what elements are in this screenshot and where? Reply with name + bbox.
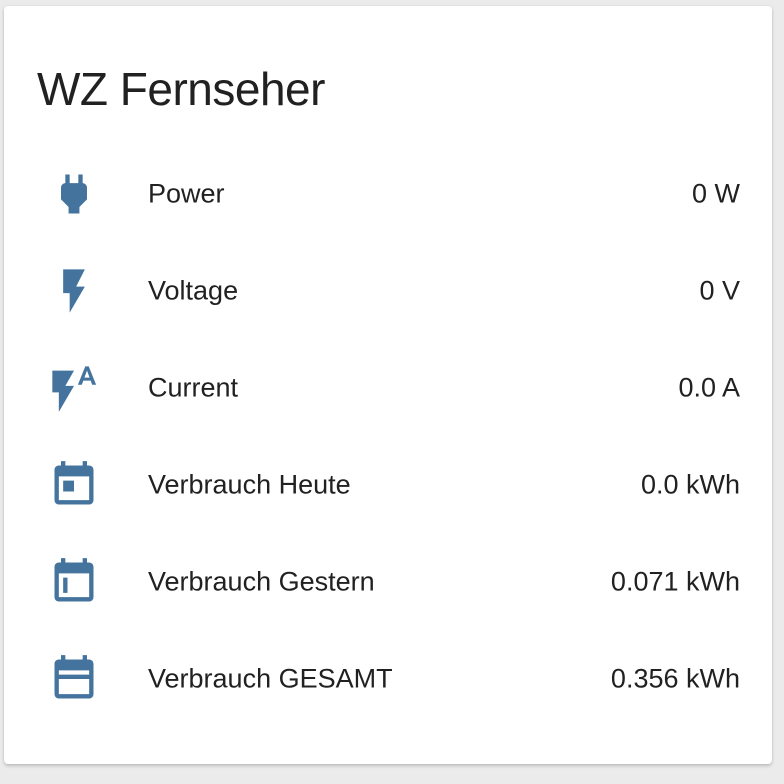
entity-row-verbrauch-heute[interactable]: Verbrauch Heute 0.0 kWh [4, 436, 772, 533]
entity-name: Voltage [148, 275, 239, 305]
entities-card: WZ Fernseher Power 0 W Voltage 0 V Curre… [4, 6, 772, 764]
entity-row-power[interactable]: Power 0 W [4, 145, 772, 242]
flash-icon [48, 265, 100, 317]
calendar-range-icon [48, 653, 100, 705]
entity-row-voltage[interactable]: Voltage 0 V [4, 242, 772, 339]
entity-row-verbrauch-gestern[interactable]: Verbrauch Gestern 0.071 kWh [4, 533, 772, 630]
card-title: WZ Fernseher [37, 63, 325, 115]
calendar-today-icon [48, 459, 100, 511]
entity-row-verbrauch-gesamt[interactable]: Verbrauch GESAMT 0.356 kWh [4, 630, 772, 727]
entity-name: Verbrauch GESAMT [148, 663, 393, 693]
entity-name: Verbrauch Gestern [148, 566, 375, 596]
entity-name: Power [148, 178, 225, 208]
entity-name: Current [148, 372, 239, 402]
calendar-yesterday-icon [48, 556, 100, 608]
entity-state: 0.071 kWh [610, 566, 740, 596]
entity-name: Verbrauch Heute [148, 469, 351, 499]
entity-state: 0.356 kWh [610, 663, 740, 693]
entity-state: 0 W [691, 178, 740, 208]
entity-list: Power 0 W Voltage 0 V Current 0.0 A Verb… [4, 145, 772, 727]
entity-state: 0.0 kWh [640, 469, 740, 499]
entity-state: 0.0 A [678, 372, 740, 402]
entity-state: 0 V [699, 275, 740, 305]
entity-row-current[interactable]: Current 0.0 A [4, 339, 772, 436]
current-ac-flash-icon [48, 362, 100, 414]
power-plug-icon [48, 168, 100, 220]
